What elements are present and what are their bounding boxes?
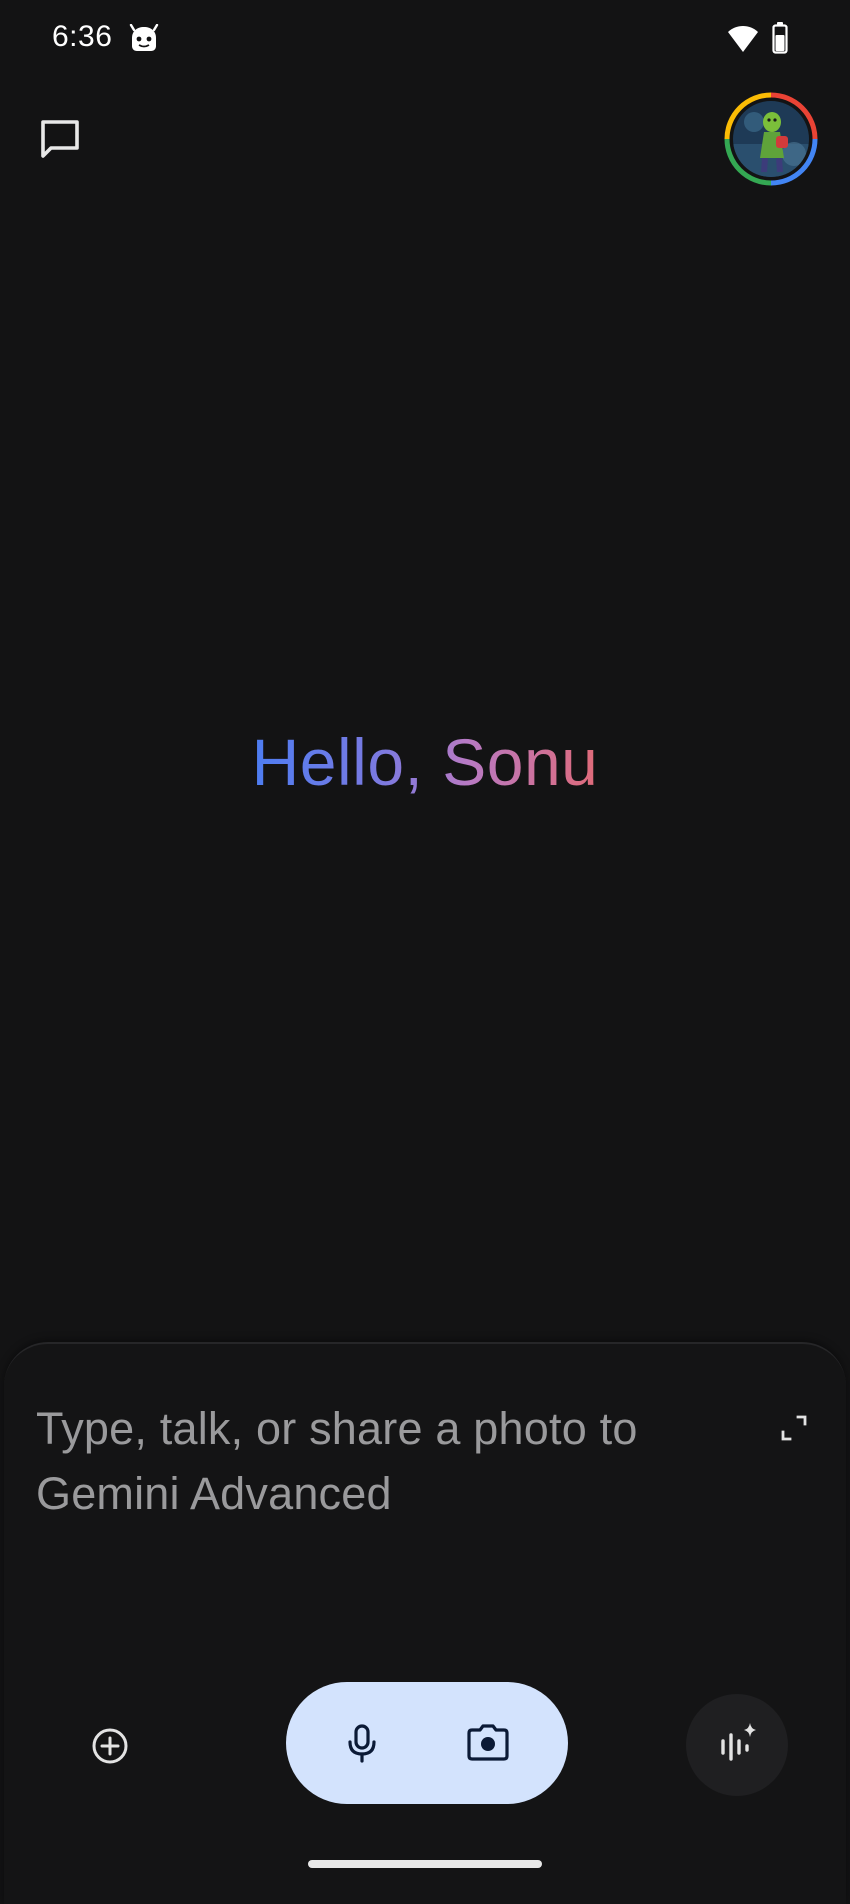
microphone-icon xyxy=(348,1724,376,1763)
expand-button[interactable] xyxy=(766,1400,822,1456)
greeting-heading: Hello, Sonu xyxy=(0,722,850,802)
voice-camera-pill xyxy=(286,1682,568,1804)
android-robot-icon xyxy=(129,24,159,51)
add-circle-icon xyxy=(92,1728,128,1764)
camera-icon xyxy=(467,1724,509,1761)
gemini-live-button[interactable] xyxy=(686,1694,788,1796)
composer-panel: Type, talk, or share a photo to Gemini A… xyxy=(4,1342,846,1904)
microphone-button[interactable] xyxy=(330,1711,394,1775)
profile-avatar[interactable] xyxy=(724,92,818,186)
camera-button[interactable] xyxy=(456,1711,520,1775)
prompt-input[interactable]: Type, talk, or share a photo to Gemini A… xyxy=(36,1396,726,1546)
wifi-icon xyxy=(728,26,758,52)
expand-icon xyxy=(781,1415,807,1441)
greeting-text: Hello, Sonu xyxy=(251,725,599,799)
status-time: 6:36 xyxy=(52,20,113,53)
new-chat-button[interactable] xyxy=(24,102,96,174)
battery-icon xyxy=(772,22,788,54)
chat-bubble-icon xyxy=(41,120,79,158)
add-attachment-button[interactable] xyxy=(78,1714,142,1778)
gemini-live-icon xyxy=(721,1723,756,1761)
avatar-image xyxy=(724,92,818,186)
status-bar: 6:36 xyxy=(0,0,850,82)
home-indicator[interactable] xyxy=(308,1860,542,1868)
